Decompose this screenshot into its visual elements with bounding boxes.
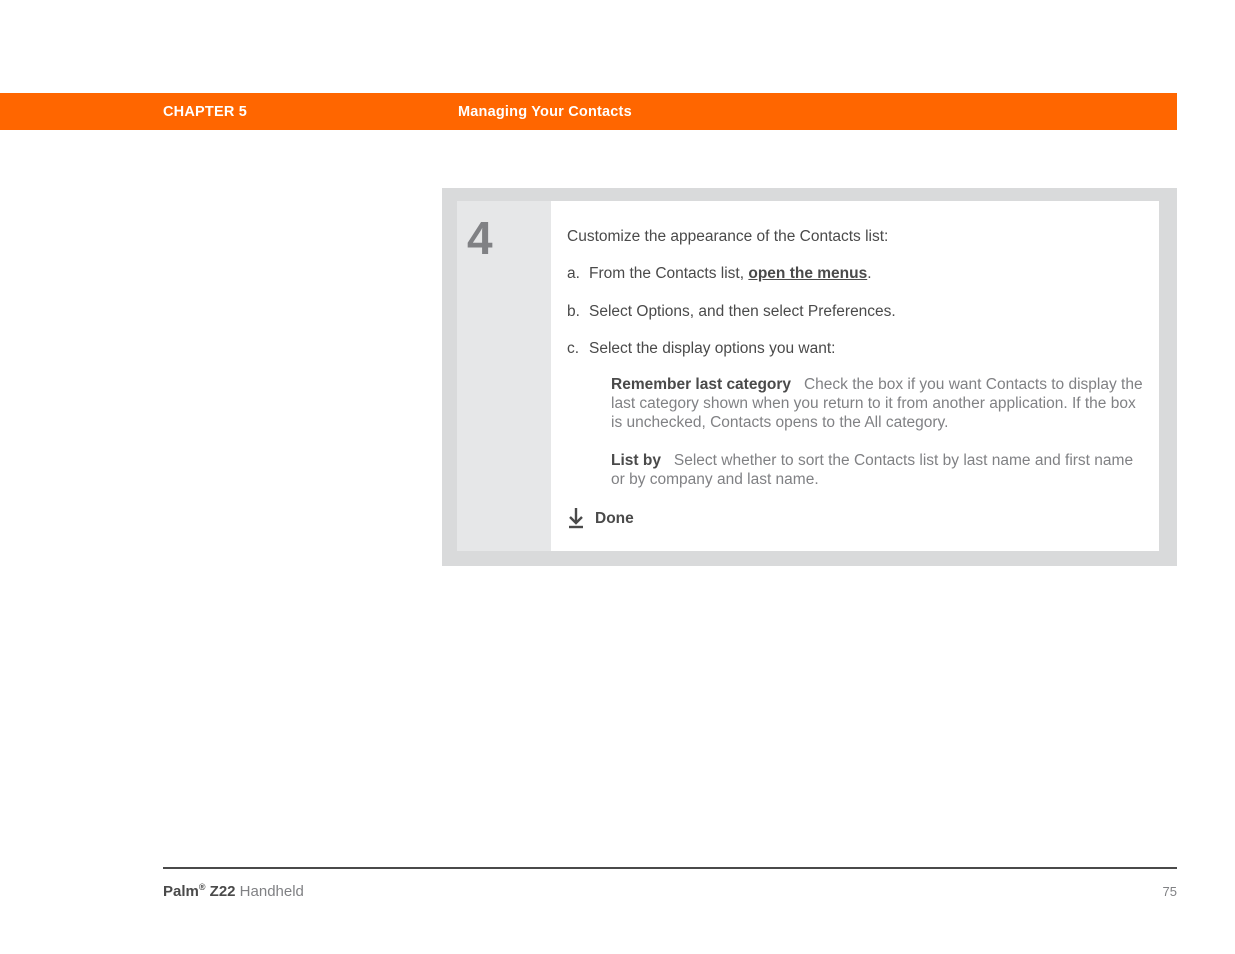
step-number: 4 xyxy=(467,215,551,261)
page-number: 75 xyxy=(1163,884,1177,899)
list-marker: c. xyxy=(567,339,579,358)
step-item-b: b. Select Options, and then select Prefe… xyxy=(567,302,1143,321)
step-item-a-pre: From the Contacts list, xyxy=(589,265,748,282)
list-marker: a. xyxy=(567,264,580,283)
step-number-column: 4 xyxy=(457,201,551,551)
option-lead: List by xyxy=(611,452,661,469)
option-lead: Remember last category xyxy=(611,376,791,393)
option-remember-last-category: Remember last category Check the box if … xyxy=(611,375,1143,433)
step-list: a. From the Contacts list, open the menu… xyxy=(567,264,1143,489)
footer-product-word: Handheld xyxy=(236,883,304,900)
chapter-label: CHAPTER 5 xyxy=(163,104,247,120)
footer-model: Z22 xyxy=(206,883,236,900)
step-intro: Customize the appearance of the Contacts… xyxy=(567,227,1143,246)
registered-icon: ® xyxy=(199,882,206,892)
step-item-a-post: . xyxy=(867,265,871,282)
step-item-c: c. Select the display options you want: … xyxy=(567,339,1143,489)
step-item-c-sub: Remember last category Check the box if … xyxy=(589,375,1143,490)
step-item-c-text: Select the display options you want: xyxy=(589,340,835,357)
page: CHAPTER 5 Managing Your Contacts 4 Custo… xyxy=(0,0,1235,954)
step-body: Customize the appearance of the Contacts… xyxy=(551,201,1159,551)
option-body: Select whether to sort the Contacts list… xyxy=(611,452,1133,488)
step-block: 4 Customize the appearance of the Contac… xyxy=(442,188,1177,566)
option-list-by: List by Select whether to sort the Conta… xyxy=(611,451,1143,490)
step-item-b-text: Select Options, and then select Preferen… xyxy=(589,303,896,320)
footer-product: Palm® Z22 Handheld xyxy=(163,882,304,900)
done-label: Done xyxy=(595,509,634,528)
arrow-down-icon xyxy=(567,507,585,529)
done-row: Done xyxy=(567,507,1143,529)
footer-rule xyxy=(163,867,1177,869)
chapter-header-bar: CHAPTER 5 Managing Your Contacts xyxy=(0,93,1177,130)
footer-brand: Palm xyxy=(163,883,199,900)
chapter-title: Managing Your Contacts xyxy=(458,104,632,120)
open-the-menus-link[interactable]: open the menus xyxy=(748,265,867,282)
step-item-a: a. From the Contacts list, open the menu… xyxy=(567,264,1143,283)
list-marker: b. xyxy=(567,302,580,321)
step-inner: 4 Customize the appearance of the Contac… xyxy=(457,201,1159,551)
